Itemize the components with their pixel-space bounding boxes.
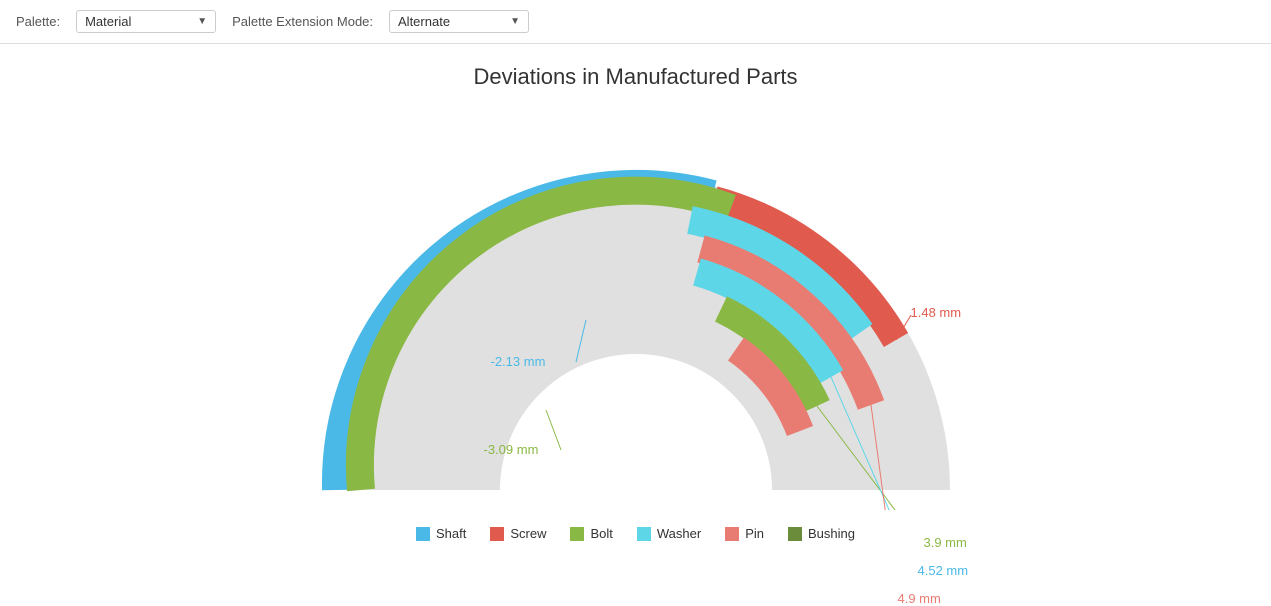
legend-label-bolt: Bolt bbox=[590, 526, 612, 541]
legend-swatch-washer bbox=[637, 527, 651, 541]
palette-select[interactable]: Material ▼ bbox=[76, 10, 216, 33]
extension-chevron-icon: ▼ bbox=[510, 16, 520, 27]
chart-svg bbox=[156, 120, 1116, 510]
chart-legend: Shaft Screw Bolt Washer Pin Bushing bbox=[416, 526, 855, 541]
extension-value: Alternate bbox=[398, 14, 450, 29]
legend-item-bolt: Bolt bbox=[570, 526, 612, 541]
extension-select[interactable]: Alternate ▼ bbox=[389, 10, 529, 33]
chart-area: 1.48 mm -2.13 mm -3.09 mm 3.9 mm 4.52 mm… bbox=[156, 120, 1116, 510]
legend-swatch-pin bbox=[725, 527, 739, 541]
legend-label-washer: Washer bbox=[657, 526, 701, 541]
palette-chevron-icon: ▼ bbox=[197, 16, 207, 27]
legend-swatch-bushing bbox=[788, 527, 802, 541]
annotation-1: 1.48 mm bbox=[911, 305, 962, 320]
legend-item-screw: Screw bbox=[490, 526, 546, 541]
legend-label-pin: Pin bbox=[745, 526, 764, 541]
annotation-4: 3.9 mm bbox=[924, 535, 967, 550]
annotation-5: 4.52 mm bbox=[918, 563, 969, 578]
legend-label-screw: Screw bbox=[510, 526, 546, 541]
extension-label: Palette Extension Mode: bbox=[232, 14, 373, 29]
legend-item-washer: Washer bbox=[637, 526, 701, 541]
legend-label-bushing: Bushing bbox=[808, 526, 855, 541]
annotation-3: -3.09 mm bbox=[484, 442, 539, 457]
annotation-2: -2.13 mm bbox=[491, 354, 546, 369]
legend-swatch-screw bbox=[490, 527, 504, 541]
annotation-6: 4.9 mm bbox=[898, 591, 941, 606]
legend-item-bushing: Bushing bbox=[788, 526, 855, 541]
legend-swatch-shaft bbox=[416, 527, 430, 541]
palette-value: Material bbox=[85, 14, 131, 29]
legend-swatch-bolt bbox=[570, 527, 584, 541]
chart-container: Deviations in Manufactured Parts bbox=[0, 44, 1271, 551]
legend-item-pin: Pin bbox=[725, 526, 764, 541]
legend-item-shaft: Shaft bbox=[416, 526, 466, 541]
legend-label-shaft: Shaft bbox=[436, 526, 466, 541]
toolbar: Palette: Material ▼ Palette Extension Mo… bbox=[0, 0, 1271, 44]
palette-label: Palette: bbox=[16, 14, 60, 29]
chart-title: Deviations in Manufactured Parts bbox=[473, 64, 797, 90]
